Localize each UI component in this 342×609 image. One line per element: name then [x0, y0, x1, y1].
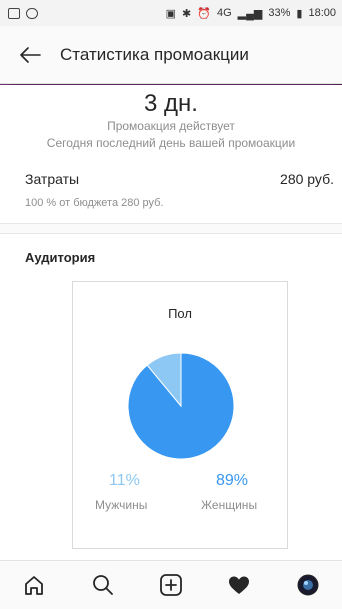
days-left: 3 дн. — [144, 90, 198, 117]
back-arrow-icon — [20, 46, 41, 63]
men-label: Мужчины — [95, 498, 148, 512]
nav-home[interactable] — [14, 565, 54, 605]
audience-title: Аудитория — [25, 250, 96, 265]
nav-activity[interactable] — [219, 565, 259, 605]
promo-stats-content: 3 дн. Промоакция действует Сегодня после… — [0, 85, 342, 560]
page-title: Статистика промоакции — [60, 44, 249, 64]
men-percent: 11% — [109, 472, 140, 489]
vibrate-icon: ▣ — [165, 7, 177, 20]
gallery-notification-icon — [8, 7, 20, 19]
profile-avatar — [297, 574, 319, 596]
bottom-navigation — [0, 560, 342, 609]
message-notification-icon — [26, 7, 38, 19]
spend-label: Затраты — [25, 171, 80, 187]
budget-text: 100 % от бюджета 280 руб. — [25, 197, 164, 209]
women-label: Женщины — [201, 498, 258, 512]
women-percent: 89% — [216, 472, 249, 489]
nav-add-post[interactable] — [151, 565, 191, 605]
last-day-text: Сегодня последний день вашей промоакции — [46, 136, 296, 150]
battery-icon: ▮ — [296, 7, 303, 20]
nav-search[interactable] — [83, 565, 123, 605]
gender-card-title: Пол — [168, 306, 192, 321]
status-bar: ▣ ✱ ⏰ 4G ▂▄▆ 33% ▮ 18:00 — [0, 0, 342, 26]
alarm-icon: ⏰ — [197, 7, 211, 20]
network-type: 4G — [216, 7, 232, 19]
back-button[interactable] — [0, 26, 60, 84]
battery-percent: 33% — [268, 7, 291, 19]
search-icon — [92, 575, 113, 595]
add-post-icon — [160, 574, 182, 596]
bluetooth-icon: ✱ — [182, 7, 192, 20]
home-icon — [25, 576, 44, 595]
section-divider — [0, 223, 342, 234]
signal-icon: ▂▄▆ — [237, 7, 263, 20]
clock: 18:00 — [308, 7, 336, 19]
gender-card: Пол 11% Мужчины 89% Женщины — [72, 281, 288, 549]
gender-pie-chart — [127, 352, 235, 460]
activity-heart-icon — [229, 576, 250, 594]
nav-profile[interactable] — [288, 565, 328, 605]
app-bar: Статистика промоакции — [0, 26, 342, 84]
promo-status-text: Промоакция действует — [107, 119, 235, 133]
spend-value: 280 руб. — [280, 171, 334, 187]
